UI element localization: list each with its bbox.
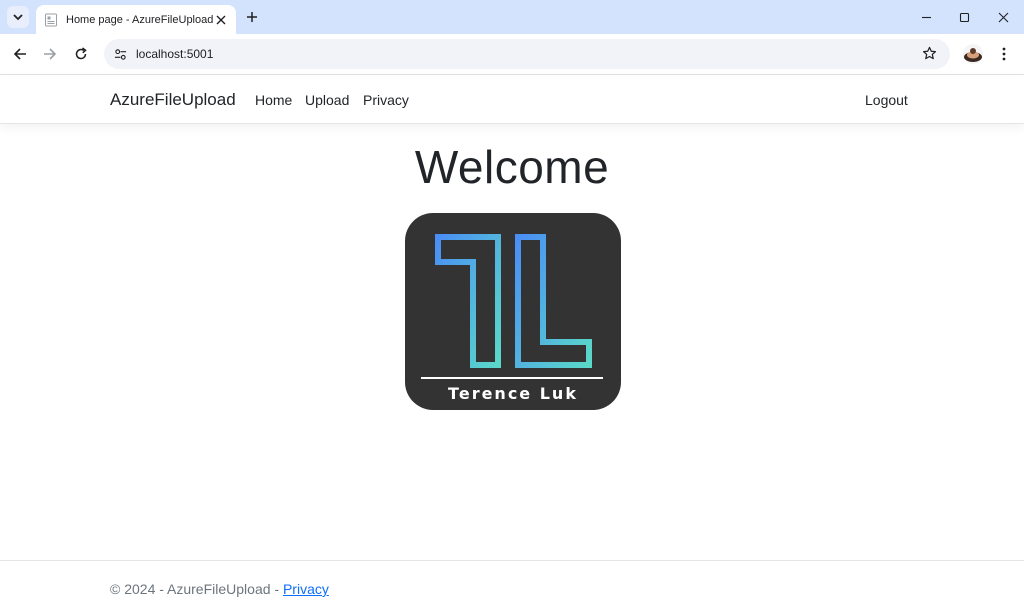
site-info-icon[interactable] [112,46,128,62]
nav-link-home[interactable]: Home [255,92,292,108]
site-navbar: AzureFileUpload Home Upload Privacy Logo… [0,75,1024,124]
browser-tab-active[interactable]: Home page - AzureFileUpload [36,5,236,35]
close-window-button[interactable] [994,9,1012,25]
navbar-brand[interactable]: AzureFileUpload [110,90,236,110]
forward-button[interactable] [40,44,60,64]
maximize-icon [959,12,969,22]
footer-privacy-link[interactable]: Privacy [283,581,329,597]
browser-toolbar: localhost:5001 [0,34,1024,75]
logo-text: Terence Luk [448,384,578,403]
tab-close-icon[interactable] [213,12,228,28]
new-tab-button[interactable] [243,8,261,26]
nav-link-upload[interactable]: Upload [305,92,349,108]
minimize-button[interactable] [917,9,935,25]
site-footer: © 2024 - AzureFileUpload - Privacy [0,560,1024,612]
page-favicon-icon [44,13,58,27]
plus-icon [247,12,257,22]
page-title: Welcome [414,141,610,193]
maximize-button[interactable] [955,9,973,25]
profile-avatar[interactable] [963,44,983,64]
terence-luk-logo: Terence Luk [405,213,621,410]
footer-text: © 2024 - AzureFileUpload - Privacy [110,581,329,597]
more-vert-icon [1002,47,1006,61]
arrow-right-icon [44,48,57,60]
copyright-text: © 2024 - AzureFileUpload - [110,581,283,597]
logout-link[interactable]: Logout [865,92,908,108]
back-button[interactable] [10,44,30,64]
tab-strip: Home page - AzureFileUpload [0,0,1024,35]
reload-icon [75,47,87,60]
bookmark-star-icon[interactable] [922,46,938,62]
tab-title: Home page - AzureFileUpload [66,14,214,26]
minimize-icon [921,16,931,18]
browser-chrome: Home page - AzureFileUpload localhost:50… [0,0,1024,75]
nav-link-privacy[interactable]: Privacy [363,92,409,108]
reload-button[interactable] [71,44,91,64]
arrow-left-icon [13,48,26,60]
tab-search-button[interactable] [7,6,29,28]
browser-menu-button[interactable] [995,45,1013,63]
address-bar[interactable]: localhost:5001 [104,39,950,69]
url-text: localhost:5001 [136,47,214,61]
close-icon [998,12,1008,22]
chevron-down-icon [13,14,23,21]
